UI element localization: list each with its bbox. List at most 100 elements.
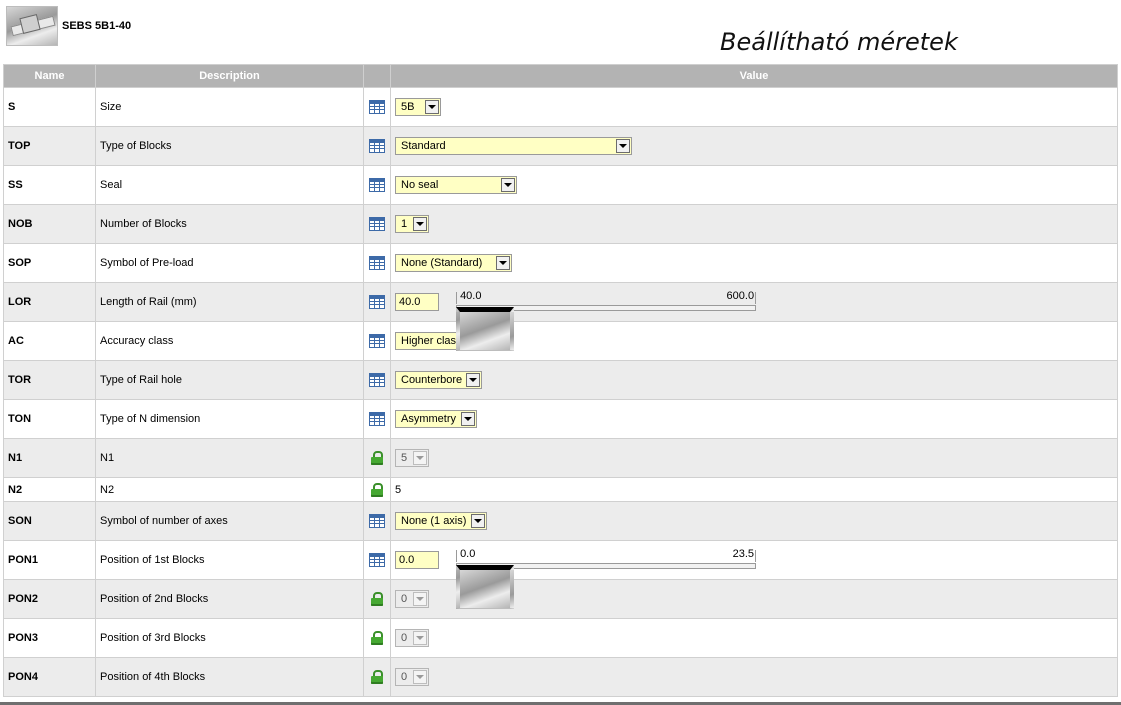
param-name: TOP: [3, 126, 96, 166]
table-row: TON Type of N dimension Asymmetry: [3, 399, 1118, 439]
n2-value: 5: [390, 477, 1118, 502]
param-description: N1: [95, 438, 364, 478]
param-description: Length of Rail (mm): [95, 282, 364, 322]
param-description: Type of Rail hole: [95, 360, 364, 400]
size-select[interactable]: 5B: [395, 98, 441, 116]
param-description: N2: [95, 477, 364, 502]
rail-length-slider[interactable]: 40.0 600.0: [456, 290, 757, 351]
position-3rd-select: 0: [395, 629, 429, 647]
table-icon[interactable]: [369, 412, 385, 426]
table-icon[interactable]: [369, 553, 385, 567]
column-header-icon: [363, 64, 391, 88]
table-icon[interactable]: [369, 178, 385, 192]
param-description: Symbol of number of axes: [95, 501, 364, 541]
type-of-blocks-select[interactable]: Standard: [395, 137, 632, 155]
slider-max-label: 600.0: [726, 290, 755, 302]
chevron-down-icon: [413, 592, 427, 606]
rail-hole-select[interactable]: Counterbore: [395, 371, 482, 389]
param-description: Position of 2nd Blocks: [95, 579, 364, 619]
slider-thumb[interactable]: [456, 307, 515, 351]
lock-icon: [370, 592, 384, 606]
table-icon[interactable]: [369, 334, 385, 348]
param-name: PON4: [3, 657, 96, 697]
table-row: PON2 Position of 2nd Blocks 0: [3, 579, 1118, 619]
chevron-down-icon[interactable]: [466, 373, 480, 387]
table-icon[interactable]: [369, 295, 385, 309]
param-description: Accuracy class: [95, 321, 364, 361]
product-thumbnail: [6, 6, 58, 46]
chevron-down-icon: [413, 670, 427, 684]
table-row: LOR Length of Rail (mm) 40.0 40.0 600.0: [3, 282, 1118, 351]
param-description: Size: [95, 87, 364, 127]
chevron-down-icon[interactable]: [413, 217, 427, 231]
number-of-axes-select[interactable]: None (1 axis): [395, 512, 487, 530]
position-1st-input[interactable]: 0.0: [395, 551, 439, 569]
page-heading: Beállítható méretek: [720, 28, 958, 56]
table-row: SON Symbol of number of axes None (1 axi…: [3, 501, 1118, 541]
table-icon[interactable]: [369, 373, 385, 387]
preload-select[interactable]: None (Standard): [395, 254, 512, 272]
lock-icon: [370, 451, 384, 465]
chevron-down-icon[interactable]: [425, 100, 439, 114]
table-row: TOR Type of Rail hole Counterbore: [3, 360, 1118, 400]
param-name: S: [3, 87, 96, 127]
table-header: Name Description Value: [3, 64, 1118, 88]
param-description: Type of Blocks: [95, 126, 364, 166]
param-description: Type of N dimension: [95, 399, 364, 439]
table-icon[interactable]: [369, 100, 385, 114]
table-icon[interactable]: [369, 217, 385, 231]
lock-icon: [370, 670, 384, 684]
column-header-value: Value: [390, 64, 1118, 88]
position-4th-select: 0: [395, 668, 429, 686]
param-name: PON3: [3, 618, 96, 658]
table-row: PON3 Position of 3rd Blocks 0: [3, 618, 1118, 658]
seal-select[interactable]: No seal: [395, 176, 517, 194]
chevron-down-icon[interactable]: [461, 412, 475, 426]
slider-min-label: 40.0: [460, 290, 482, 302]
table-row: PON4 Position of 4th Blocks 0: [3, 657, 1118, 697]
param-description: Symbol of Pre-load: [95, 243, 364, 283]
chevron-down-icon[interactable]: [471, 514, 485, 528]
number-of-blocks-select[interactable]: 1: [395, 215, 429, 233]
param-name: SOP: [3, 243, 96, 283]
rail-length-input[interactable]: 40.0: [395, 293, 439, 311]
chevron-down-icon[interactable]: [501, 178, 515, 192]
param-name: TOR: [3, 360, 96, 400]
chevron-down-icon[interactable]: [496, 256, 510, 270]
table-row: N2 N2 5: [3, 477, 1118, 502]
table-icon[interactable]: [369, 139, 385, 153]
n-dimension-select[interactable]: Asymmetry: [395, 410, 477, 428]
param-name: SS: [3, 165, 96, 205]
chevron-down-icon: [413, 631, 427, 645]
chevron-down-icon: [413, 451, 427, 465]
table-row: N1 N1 5: [3, 438, 1118, 478]
slider-max-label: 23.5: [732, 548, 755, 560]
param-name: N1: [3, 438, 96, 478]
table-row: NOB Number of Blocks 1: [3, 204, 1118, 244]
param-name: NOB: [3, 204, 96, 244]
position-2nd-select: 0: [395, 590, 429, 608]
lock-icon: [370, 631, 384, 645]
param-name: LOR: [3, 282, 96, 322]
header: SEBS 5B1-40 Beállítható méretek: [0, 0, 1121, 64]
table-icon[interactable]: [369, 256, 385, 270]
chevron-down-icon[interactable]: [616, 139, 630, 153]
lock-icon: [370, 482, 384, 497]
n1-select: 5: [395, 449, 429, 467]
table-row: AC Accuracy class Higher class: [3, 321, 1118, 361]
param-description: Position of 3rd Blocks: [95, 618, 364, 658]
param-name: TON: [3, 399, 96, 439]
param-name: PON2: [3, 579, 96, 619]
slider-thumb[interactable]: [456, 565, 515, 609]
param-description: Number of Blocks: [95, 204, 364, 244]
param-name: AC: [3, 321, 96, 361]
table-icon[interactable]: [369, 514, 385, 528]
position-1st-slider[interactable]: 0.0 23.5: [456, 548, 757, 609]
column-header-name: Name: [3, 64, 96, 88]
column-header-description: Description: [95, 64, 364, 88]
product-code: SEBS 5B1-40: [62, 20, 132, 32]
param-name: PON1: [3, 540, 96, 580]
table-row: SOP Symbol of Pre-load None (Standard): [3, 243, 1118, 283]
param-description: Seal: [95, 165, 364, 205]
slider-min-label: 0.0: [460, 548, 476, 560]
